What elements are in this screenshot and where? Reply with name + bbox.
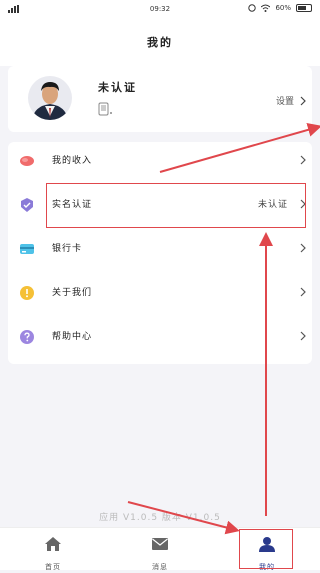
menu-item-help[interactable]: 帮助中心 <box>8 318 312 356</box>
battery-icon <box>296 4 312 12</box>
home-icon <box>45 537 61 551</box>
help-icon <box>20 330 34 344</box>
profile-card[interactable]: 未认证 设置 <box>8 66 312 132</box>
menu-item-bank-card[interactable]: 银行卡 <box>8 230 312 268</box>
wifi-icon <box>261 4 271 12</box>
menu-item-label: 我的收入 <box>52 156 93 166</box>
menu-card: 我的收入 实名认证 未认证 银行卡 关于我们 帮助中心 <box>8 142 312 364</box>
highlight-verification <box>46 183 306 228</box>
info-icon <box>20 286 34 300</box>
battery-percent: 60% <box>275 4 291 12</box>
highlight-profile-tab <box>239 529 293 569</box>
chevron-right-icon <box>300 331 306 341</box>
menu-item-about[interactable]: 关于我们 <box>8 274 312 312</box>
menu-item-income[interactable]: 我的收入 <box>8 142 312 180</box>
status-bar: 09:32 60% <box>0 0 320 20</box>
bank-card-icon <box>20 244 34 254</box>
settings-link[interactable]: 设置 <box>276 94 306 107</box>
wallet-icon <box>20 156 34 166</box>
chevron-right-icon <box>300 243 306 253</box>
avatar[interactable] <box>28 76 72 120</box>
page-title: 我的 <box>0 20 320 66</box>
chevron-right-icon <box>300 155 306 165</box>
profile-name: 未认证 <box>98 81 137 94</box>
phone-icon <box>98 102 112 116</box>
tab-label: 消息 <box>152 563 168 571</box>
menu-item-label: 银行卡 <box>52 244 83 254</box>
settings-label: 设置 <box>275 97 294 107</box>
tab-label: 首页 <box>45 563 61 571</box>
chevron-right-icon <box>300 287 306 297</box>
menu-item-label: 帮助中心 <box>52 332 93 342</box>
verified-badge-icon <box>21 198 33 212</box>
mail-icon <box>152 538 168 550</box>
tab-messages[interactable]: 消息 <box>107 528 213 571</box>
alarm-icon <box>248 4 257 12</box>
menu-item-label: 关于我们 <box>52 288 93 298</box>
version-text: 应用 V1.0.5 版本 V1.0.5 <box>99 513 221 523</box>
tab-home[interactable]: 首页 <box>0 528 106 571</box>
chevron-right-icon <box>300 96 306 105</box>
